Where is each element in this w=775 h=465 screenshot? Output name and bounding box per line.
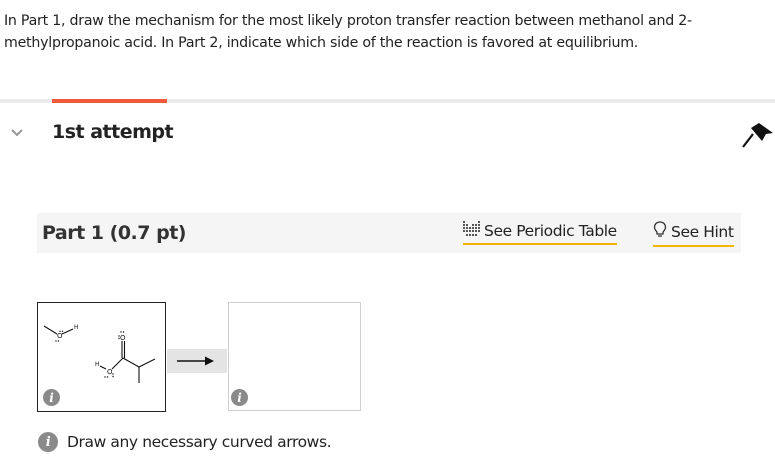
chevron-down-icon[interactable] [10,126,24,140]
curved-arrows-note-text: Draw any necessary curved arrows. [67,433,332,451]
see-hint-link[interactable]: See Hint [653,221,734,247]
curved-arrows-note: i Draw any necessary curved arrows. [38,432,332,452]
question-prompt: In Part 1, draw the mechanism for the mo… [4,13,692,51]
attempt-tab-indicator [52,99,167,103]
methanol-oxygen-label: O [57,332,63,340]
attempt-tab-bar [0,99,775,103]
part-header: Part 1 (0.7 pt) See Periodic Table See H… [37,213,741,253]
carbonyl-oxygen-label: O [120,334,126,342]
reaction-arrow [167,349,227,373]
see-periodic-table-label: See Periodic Table [484,221,617,240]
part-title: Part 1 (0.7 pt) [42,222,186,244]
arrow-right-icon [177,356,214,366]
see-periodic-table-link[interactable]: See Periodic Table [463,221,617,245]
periodic-table-icon [463,221,480,240]
see-hint-label: See Hint [671,222,734,241]
info-icon[interactable]: i [231,389,248,406]
info-icon: i [38,432,58,452]
lightbulb-icon [653,221,667,242]
product-drawing-canvas[interactable]: i [228,302,361,411]
hydroxyl-hydrogen-label: H [95,361,100,368]
hydroxyl-oxygen-label: O [107,368,113,376]
bookmark-icon[interactable] [740,122,774,150]
info-icon[interactable]: i [43,389,60,406]
methanol-hydrogen-label: H [74,324,79,331]
reactant-drawing-canvas[interactable]: O H O O H i [37,302,166,412]
attempt-title[interactable]: 1st attempt [52,121,174,143]
